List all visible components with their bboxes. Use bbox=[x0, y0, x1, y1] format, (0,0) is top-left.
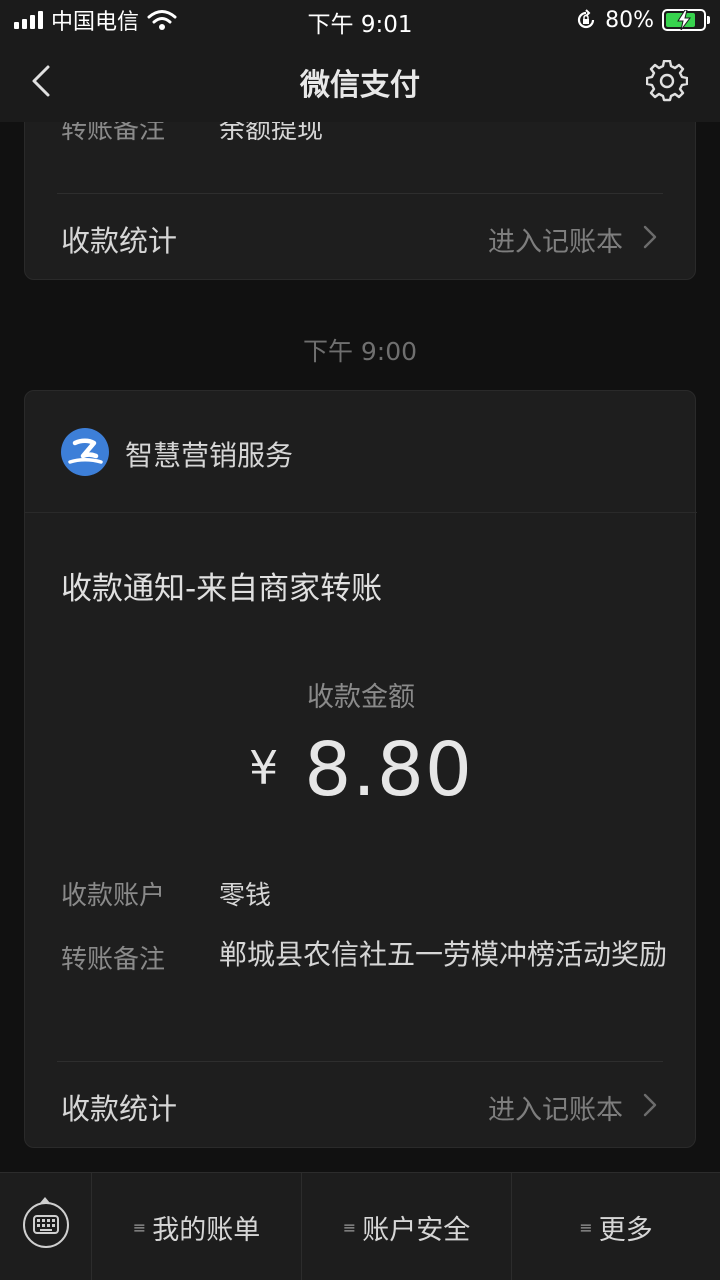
status-right: 80% bbox=[575, 6, 710, 34]
battery-percent: 80% bbox=[605, 7, 654, 33]
remark-label: 转账备注 bbox=[61, 945, 166, 975]
stats-label: 收款统计 bbox=[61, 224, 178, 258]
keyboard-toggle-button[interactable] bbox=[0, 1173, 92, 1280]
service-name: 智慧营销服务 bbox=[125, 439, 294, 472]
battery-charging-icon bbox=[662, 9, 710, 31]
status-bar: 中国电信 下午 9:01 80% bbox=[0, 0, 720, 40]
service-logo-icon bbox=[61, 428, 109, 476]
chevron-right-icon bbox=[643, 1093, 657, 1117]
stats-row[interactable]: 收款统计 进入记账本 bbox=[25, 194, 697, 280]
account-label: 收款账户 bbox=[61, 881, 166, 911]
bottom-menu-bar: ≡ 我的账单 ≡ 账户安全 ≡ 更多 bbox=[0, 1172, 720, 1280]
menu-more[interactable]: ≡ 更多 bbox=[512, 1173, 720, 1280]
remark-value: 余额提现 bbox=[219, 122, 324, 145]
notification-title: 收款通知-来自商家转账 bbox=[61, 571, 383, 607]
service-header[interactable]: 智慧营销服务 bbox=[25, 391, 697, 513]
ledger-link[interactable]: 进入记账本 bbox=[488, 220, 623, 259]
amount-display: ¥8.80 bbox=[25, 727, 697, 813]
menu-lines-icon: ≡ bbox=[579, 1217, 593, 1237]
menu-lines-icon: ≡ bbox=[132, 1217, 147, 1237]
orientation-lock-icon bbox=[578, 9, 595, 29]
nav-bar: 微信支付 bbox=[0, 40, 720, 122]
menu-account-security[interactable]: ≡ 账户安全 bbox=[302, 1173, 512, 1280]
ledger-link[interactable]: 进入记账本 bbox=[488, 1088, 623, 1127]
page-title: 微信支付 bbox=[300, 68, 420, 103]
keyboard-icon bbox=[23, 1202, 69, 1248]
menu-lines-icon: ≡ bbox=[342, 1217, 357, 1237]
message-list[interactable]: 转账备注 余额提现 收款统计 进入记账本 下午 9:00 智慧营销服务 收款通知… bbox=[0, 122, 720, 1172]
previous-payment-card: 转账备注 余额提现 收款统计 进入记账本 bbox=[24, 122, 696, 280]
message-timestamp: 下午 9:00 bbox=[302, 337, 418, 366]
payment-notification-card[interactable]: 智慧营销服务 收款通知-来自商家转账 收款金额 ¥8.80 收款账户 零钱 转账… bbox=[24, 390, 697, 1148]
menu-label: 我的账单 bbox=[152, 1214, 261, 1246]
currency-symbol: ¥ bbox=[248, 741, 279, 795]
gear-icon[interactable] bbox=[646, 60, 688, 102]
menu-label: 账户安全 bbox=[362, 1214, 471, 1246]
stats-label: 收款统计 bbox=[61, 1092, 178, 1126]
stats-row[interactable]: 收款统计 进入记账本 bbox=[25, 1062, 697, 1148]
amount-label: 收款金额 bbox=[307, 682, 415, 713]
menu-my-bills[interactable]: ≡ 我的账单 bbox=[92, 1173, 302, 1280]
remark-value: 郸城县农信社五一劳模冲榜活动奖励 bbox=[219, 938, 668, 971]
menu-label: 更多 bbox=[598, 1214, 653, 1246]
account-value: 零钱 bbox=[219, 881, 272, 911]
chevron-right-icon bbox=[643, 225, 657, 249]
amount-value: 8.80 bbox=[304, 727, 474, 813]
remark-label: 转账备注 bbox=[61, 122, 166, 145]
